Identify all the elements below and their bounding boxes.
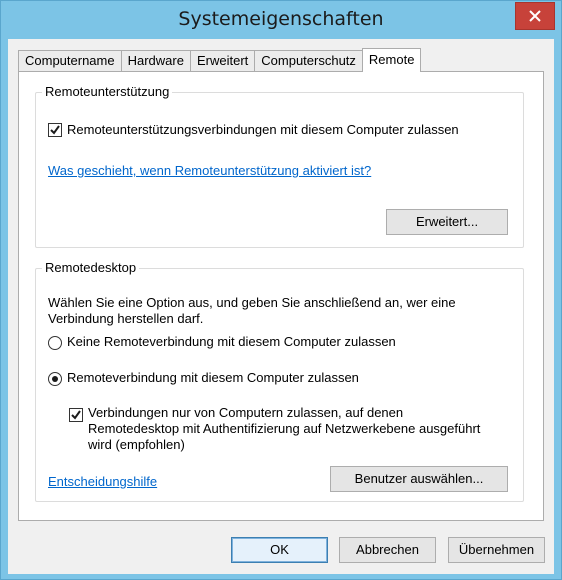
advanced-button[interactable]: Erweitert... [386,209,508,235]
allow-remote-connection-radio[interactable] [48,372,62,386]
description-line-2: Verbindung herstellen darf. [48,311,204,326]
remote-desktop-description: Wählen Sie eine Option aus, und geben Si… [48,295,456,327]
remote-desktop-group-title: Remotedesktop [42,260,140,275]
tab-remote[interactable]: Remote [361,48,422,72]
tab-erweitert[interactable]: Erweitert [189,50,256,72]
tab-hardware[interactable]: Hardware [120,50,191,72]
close-icon [529,10,541,22]
remote-assistance-group: Remoteunterstützung Remoteunterstützungs… [35,84,524,248]
apply-button[interactable]: Übernehmen [448,537,545,563]
remote-tab-panel: Remoteunterstützung Remoteunterstützungs… [18,71,544,521]
tab-computername[interactable]: Computername [18,50,122,72]
nla-only-checkbox[interactable] [69,408,83,422]
nla-label-line-1: Verbindungen nur von Computern zulassen,… [88,405,404,420]
ok-button[interactable]: OK [231,537,328,563]
no-remote-connection-label[interactable]: Keine Remoteverbindung mit diesem Comput… [67,334,396,349]
tab-strip: Computername Hardware Erweitert Computer… [18,48,422,72]
checkmark-icon [71,410,81,420]
close-button[interactable] [515,2,555,30]
description-line-1: Wählen Sie eine Option aus, und geben Si… [48,295,456,310]
remote-assistance-group-title: Remoteunterstützung [42,84,173,99]
system-properties-window: Systemeigenschaften Computername Hardwar… [0,0,562,580]
window-title: Systemeigenschaften [178,8,384,30]
remote-desktop-group: Remotedesktop Wählen Sie eine Option aus… [35,260,524,502]
checkmark-icon [50,125,60,135]
allow-remote-connection-label[interactable]: Remoteverbindung mit diesem Computer zul… [67,370,359,385]
cancel-button[interactable]: Abbrechen [339,537,436,563]
title-bar[interactable]: Systemeigenschaften [1,1,561,39]
nla-only-label[interactable]: Verbindungen nur von Computern zulassen,… [88,405,480,453]
remote-assistance-help-link[interactable]: Was geschieht, wenn Remoteunterstützung … [48,163,371,178]
allow-remote-assistance-checkbox[interactable] [48,123,62,137]
decision-help-link[interactable]: Entscheidungshilfe [48,474,157,489]
radio-selected-dot [52,376,58,382]
select-users-button[interactable]: Benutzer auswählen... [330,466,508,492]
nla-label-line-2: Remotedesktop mit Authentifizierung auf … [88,421,481,436]
no-remote-connection-radio[interactable] [48,336,62,350]
tab-computerschutz[interactable]: Computerschutz [254,50,363,72]
nla-label-line-3: wird (empfohlen) [88,437,185,452]
dialog-client-area: Computername Hardware Erweitert Computer… [8,39,554,574]
allow-remote-assistance-label[interactable]: Remoteunterstützungsverbindungen mit die… [67,122,459,137]
